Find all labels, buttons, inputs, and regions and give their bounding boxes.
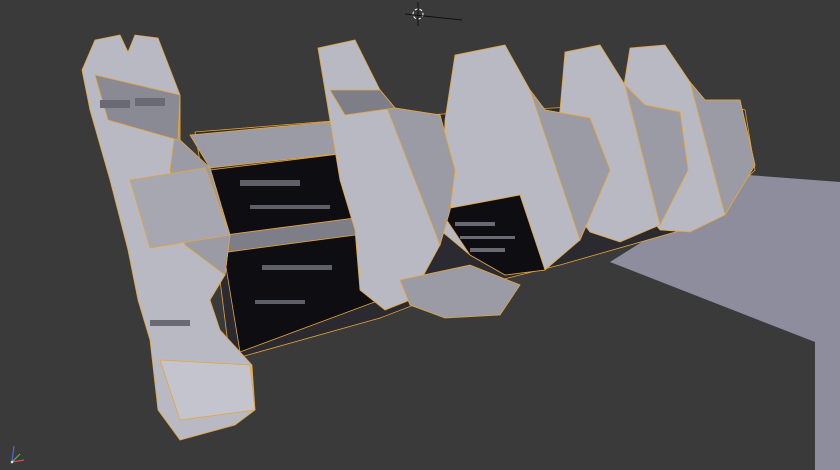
spaceship-model[interactable] — [81, 34, 756, 441]
3d-scene-render — [81, 2, 840, 470]
axis-gizmo-icon — [10, 445, 25, 464]
3d-cursor-icon[interactable] — [404, 2, 463, 26]
3d-viewport[interactable] — [0, 0, 840, 470]
